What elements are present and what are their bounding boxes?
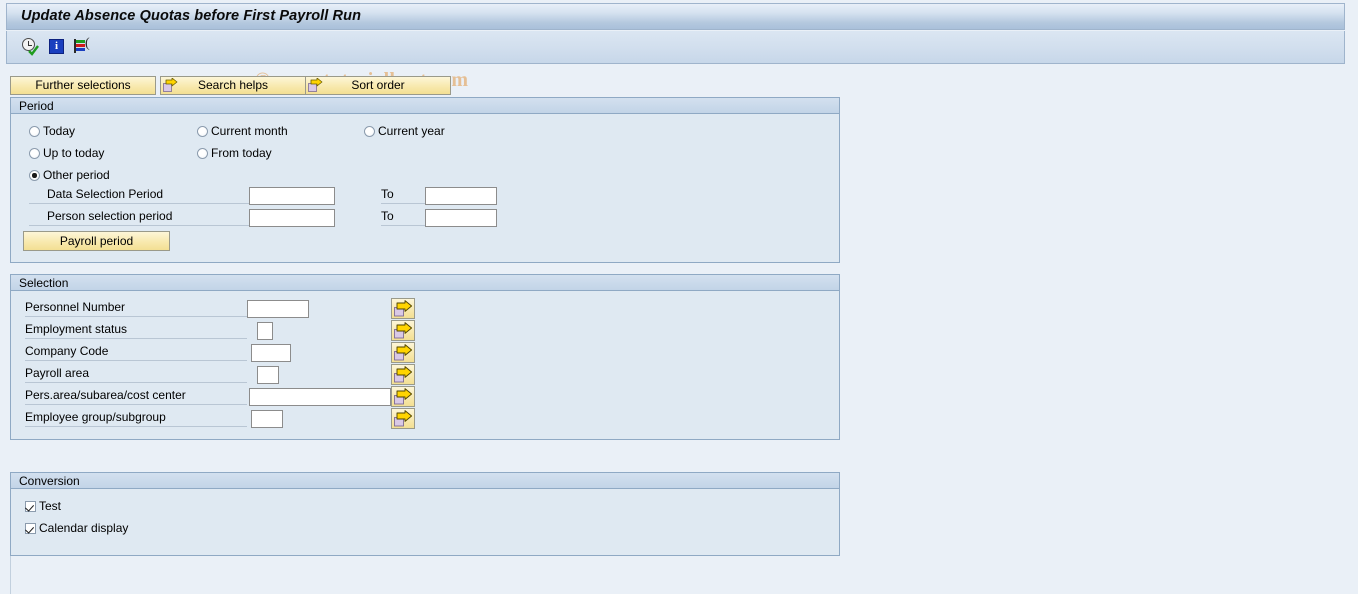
radio-from-today-label: From today xyxy=(211,146,272,160)
employee-group-multiple-selection-button[interactable] xyxy=(391,408,415,429)
radio-from-today-control[interactable] xyxy=(197,148,208,159)
period-panel-header: Period xyxy=(11,98,839,114)
multiple-selection-icon xyxy=(394,344,413,361)
radio-up-to-today-label: Up to today xyxy=(43,146,105,160)
radio-current-month-control[interactable] xyxy=(197,126,208,137)
selection-panel-title: Selection xyxy=(19,276,69,290)
variants-bar-blue xyxy=(76,48,85,51)
checkbox-calendar-display-label: Calendar display xyxy=(39,521,129,535)
period-panel: Period Today Current month Current year … xyxy=(10,97,840,263)
payroll-area-multiple-selection-button[interactable] xyxy=(391,364,415,385)
page-title: Update Absence Quotas before First Payro… xyxy=(21,8,362,24)
employment-status-multiple-selection-button[interactable] xyxy=(391,320,415,341)
multiple-selection-icon xyxy=(394,388,413,405)
multiple-selection-icon xyxy=(394,366,413,383)
green-check-glyph xyxy=(28,45,39,56)
pers-area-subarea-cost-center-input[interactable] xyxy=(249,388,391,406)
sort-order-button[interactable]: Sort order xyxy=(305,76,451,95)
checkbox-calendar-display-control[interactable] xyxy=(25,523,36,534)
application-toolbar: i ( © www.tutorialkart.com xyxy=(6,31,1345,91)
arrow-right-icon xyxy=(308,78,323,92)
data-selection-period-label: Data Selection Period xyxy=(29,187,251,204)
radio-current-year-label: Current year xyxy=(378,124,445,138)
company-code-label: Company Code xyxy=(25,344,247,361)
pers-area-subarea-cost-center-label: Pers.area/subarea/cost center xyxy=(25,388,247,405)
person-selection-period-to-input[interactable] xyxy=(425,209,497,227)
radio-current-month-label: Current month xyxy=(211,124,288,138)
payroll-period-button[interactable]: Payroll period xyxy=(23,231,170,251)
radio-up-to-today-control[interactable] xyxy=(29,148,40,159)
payroll-area-input[interactable] xyxy=(257,366,279,384)
employment-status-label: Employment status xyxy=(25,322,247,339)
variants-icon[interactable]: ( xyxy=(72,36,90,56)
employee-group-subgroup-label: Employee group/subgroup xyxy=(25,410,247,427)
conversion-panel-header: Conversion xyxy=(11,473,839,489)
company-code-input[interactable] xyxy=(251,344,291,362)
multiple-selection-icon xyxy=(394,300,413,317)
selection-panel-header: Selection xyxy=(11,275,839,291)
person-selection-period-label: Person selection period xyxy=(29,209,251,226)
variants-bar-red xyxy=(76,44,85,47)
personnel-number-multiple-selection-button[interactable] xyxy=(391,298,415,319)
variants-paren: ( xyxy=(85,36,90,51)
sap-screen: Update Absence Quotas before First Payro… xyxy=(0,0,1358,594)
multiple-selection-icon xyxy=(394,322,413,339)
selection-panel: Selection Personnel Number Employment st… xyxy=(10,274,840,440)
checkbox-test-control[interactable] xyxy=(25,501,36,512)
radio-today-control[interactable] xyxy=(29,126,40,137)
radio-other-period-label: Other period xyxy=(43,168,110,182)
search-helps-label: Search helps xyxy=(197,78,269,92)
info-letter: i xyxy=(54,40,59,52)
personnel-number-input[interactable] xyxy=(247,300,309,318)
multiple-selection-icon xyxy=(394,410,413,427)
execute-clock-icon[interactable] xyxy=(21,38,39,56)
pers-area-multiple-selection-button[interactable] xyxy=(391,386,415,407)
period-panel-title: Period xyxy=(19,99,54,113)
arrow-right-icon xyxy=(163,78,178,92)
variants-bar-green xyxy=(76,40,85,43)
checkbox-test-label: Test xyxy=(39,499,62,513)
employment-status-input[interactable] xyxy=(257,322,273,340)
conversion-panel-title: Conversion xyxy=(19,474,80,488)
radio-current-year-control[interactable] xyxy=(364,126,375,137)
person-selection-period-from-input[interactable] xyxy=(249,209,335,227)
radio-other-period-control[interactable] xyxy=(29,170,40,181)
company-code-multiple-selection-button[interactable] xyxy=(391,342,415,363)
further-selections-button[interactable]: Further selections xyxy=(10,76,156,95)
conversion-panel: Conversion Test Calendar display xyxy=(10,472,840,556)
left-edge-rule xyxy=(10,556,11,594)
sort-order-label: Sort order xyxy=(351,78,405,92)
radio-today-label: Today xyxy=(43,124,76,138)
payroll-area-label: Payroll area xyxy=(25,366,247,383)
data-selection-period-to-input[interactable] xyxy=(425,187,497,205)
personnel-number-label: Personnel Number xyxy=(25,300,247,317)
window-title-bar: Update Absence Quotas before First Payro… xyxy=(6,3,1345,30)
data-selection-period-from-input[interactable] xyxy=(249,187,335,205)
information-icon[interactable]: i xyxy=(48,38,66,56)
employee-group-subgroup-input[interactable] xyxy=(251,410,283,428)
search-helps-button[interactable]: Search helps xyxy=(160,76,306,95)
